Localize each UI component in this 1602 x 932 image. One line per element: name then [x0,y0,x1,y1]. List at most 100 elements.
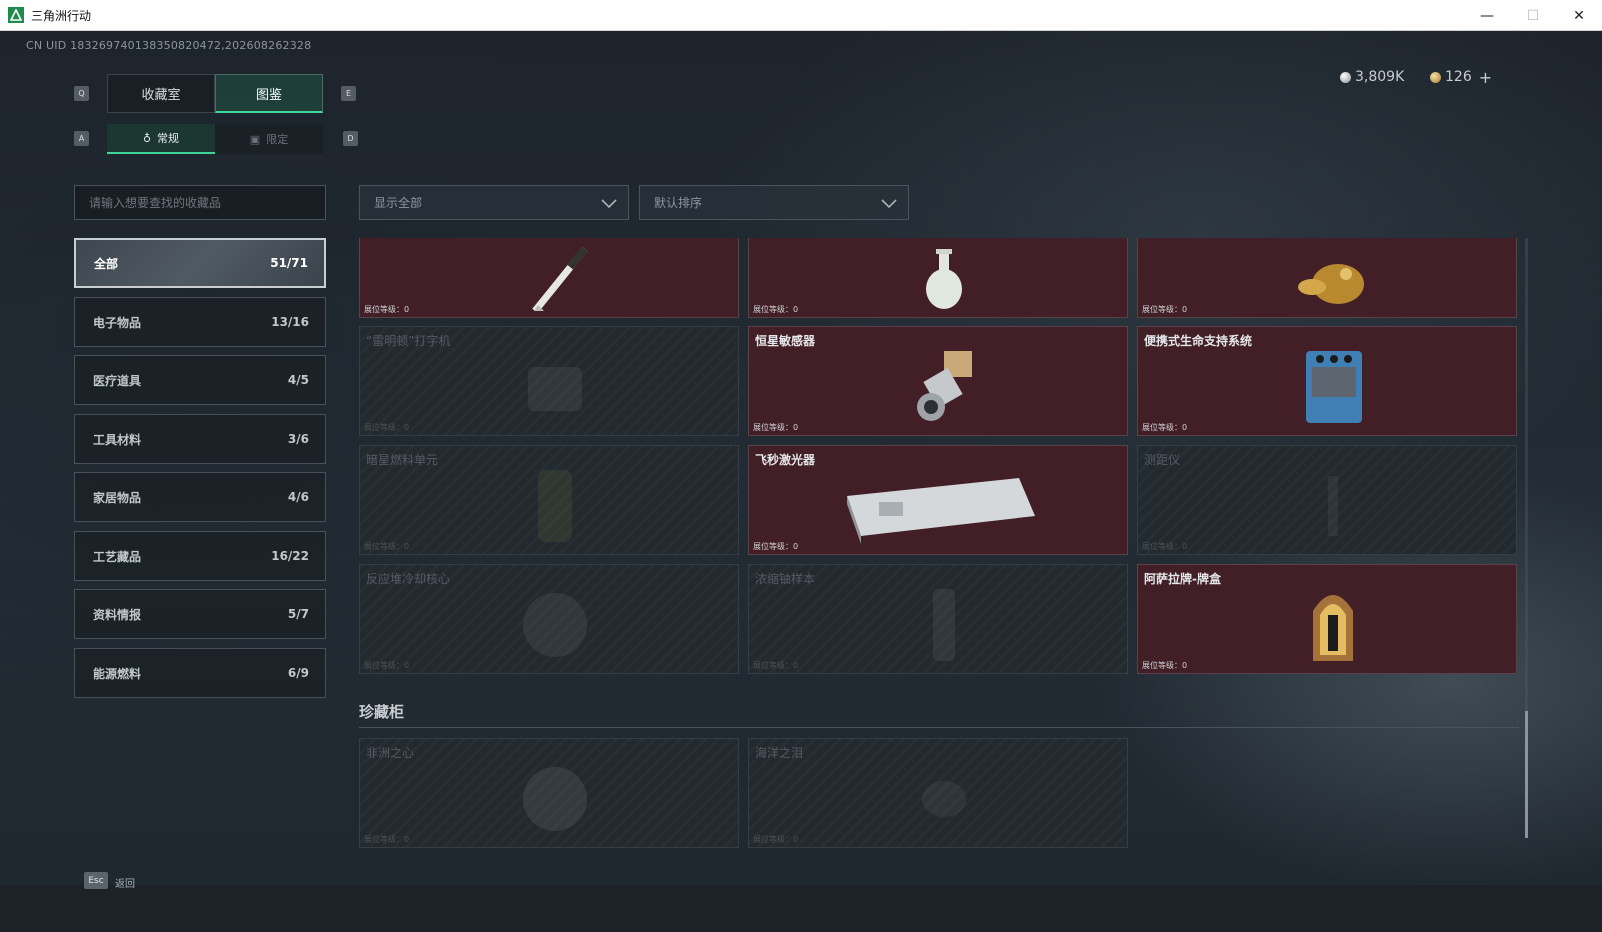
category-label: 资料情报 [93,607,142,622]
filter-label: 显示全部 [374,196,423,210]
item-level: 展位等级：0 [1142,661,1188,670]
bottom-bar [0,885,1602,932]
item-level: 展位等级：0 [364,542,410,551]
gold-amount: 126 [1445,69,1472,85]
category-intel[interactable]: 资料情报 5/7 [74,589,326,639]
item-card[interactable]: 飞秒激光器 展位等级：0 [748,445,1128,555]
item-name: 便携式生命支持系统 [1144,334,1253,348]
rangefinder-icon [1328,476,1338,536]
item-card[interactable]: 展位等级：0 [748,238,1128,318]
item-card[interactable]: 恒星敏感器 展位等级：0 [748,326,1128,436]
app-logo-icon [8,7,24,23]
esc-key-hint[interactable]: Esc [84,872,108,889]
key-e-hint: E [341,86,356,101]
category-label: 医疗道具 [93,373,142,388]
item-card[interactable]: 展位等级：0 [1137,238,1517,318]
window-title: 三角洲行动 [31,8,92,23]
item-card[interactable]: 阿萨拉牌-牌盒 展位等级：0 [1137,564,1517,674]
key-d-hint: D [343,131,358,146]
laser-device-icon [847,478,1035,544]
vase-icon [926,249,962,309]
card-box-icon [1313,595,1353,661]
close-button[interactable]: ✕ [1556,0,1602,31]
uid-text: CN UID 183269740138350820472,20260826232… [26,39,312,52]
category-medical[interactable]: 医疗道具 4/5 [74,355,326,405]
item-level: 展位等级：0 [753,305,799,314]
category-count: 5/7 [287,607,309,621]
item-name: 暗星燃料单元 [366,453,439,467]
item-level: 展位等级：0 [753,542,799,551]
subtab-regular-label: 常规 [157,132,180,145]
bottle-icon: ♁ [142,131,152,145]
sort-dropdown[interactable]: 默认排序 [639,185,909,220]
category-count: 51/71 [270,256,308,270]
back-button[interactable]: 返回 [115,875,135,890]
item-name: 海洋之泪 [755,746,804,760]
fuel-cell-icon [538,470,572,542]
maximize-button[interactable]: ☐ [1510,0,1556,31]
item-card[interactable]: “雷明顿”打字机 展位等级：0 [359,326,739,436]
item-card[interactable]: 反应堆冷却核心 展位等级：0 [359,564,739,674]
scrollbar-thumb[interactable] [1525,711,1528,838]
tab-catalog[interactable]: 图鉴 [215,74,323,113]
category-tools[interactable]: 工具材料 3/6 [74,414,326,464]
category-count: 16/22 [271,549,309,563]
item-name: 恒星敏感器 [755,334,816,348]
item-card[interactable]: 展位等级：0 [359,238,739,318]
item-name: 飞秒激光器 [755,453,816,467]
add-currency-button[interactable]: + [1479,68,1492,87]
category-label: 能源燃料 [93,666,142,681]
item-level: 展位等级：0 [364,835,410,844]
item-name: “雷明顿”打字机 [366,334,451,348]
subtab-regular[interactable]: ♁ 常规 [107,124,215,154]
silver-currency: 3,809K [1340,67,1404,87]
item-level: 展位等级：0 [1142,542,1188,551]
item-card[interactable]: 海洋之泪 展位等级：0 [748,738,1128,848]
item-name: 非洲之心 [366,746,415,760]
item-level: 展位等级：0 [753,835,799,844]
category-electronics[interactable]: 电子物品 13/16 [74,297,326,347]
item-level: 展位等级：0 [364,305,410,314]
game-screen: CN UID 183269740138350820472,20260826232… [0,31,1602,932]
item-card[interactable]: 浓缩铀样本 展位等级：0 [748,564,1128,674]
item-name: 阿萨拉牌-牌盒 [1144,572,1221,586]
sort-label: 默认排序 [654,196,703,210]
typewriter-icon [528,367,582,411]
chevron-down-icon [881,199,897,209]
item-level: 展位等级：0 [1142,305,1188,314]
item-level: 展位等级：0 [1142,423,1188,432]
item-card[interactable]: 暗星燃料单元 展位等级：0 [359,445,739,555]
category-household[interactable]: 家居物品 4/6 [74,472,326,522]
category-label: 工具材料 [93,432,142,447]
item-card[interactable]: 测距仪 展位等级：0 [1137,445,1517,555]
item-name: 反应堆冷却核心 [366,572,451,586]
search-input[interactable]: 请输入想要查找的收藏品 [74,185,326,220]
category-count: 3/6 [287,432,309,446]
filter-dropdown[interactable]: 显示全部 [359,185,629,220]
item-card[interactable]: 便携式生命支持系统 展位等级：0 [1137,326,1517,436]
item-name: 浓缩铀样本 [755,572,816,586]
item-level: 展位等级：0 [753,661,799,670]
item-level: 展位等级：0 [364,661,410,670]
image-icon: ▣ [249,132,261,146]
tab-collection-room[interactable]: 收藏室 [107,74,215,113]
subtab-limited[interactable]: ▣ 限定 [215,124,323,154]
item-level: 展位等级：0 [364,423,410,432]
item-card[interactable]: 非洲之心 展位等级：0 [359,738,739,848]
key-a-hint: A [74,131,89,146]
section-divider [359,727,1519,728]
category-energy[interactable]: 能源燃料 6/9 [74,648,326,698]
category-count: 6/9 [287,666,309,680]
category-label: 家居物品 [93,490,142,505]
silver-coin-icon [1340,71,1351,83]
minimize-button[interactable]: — [1464,0,1510,31]
category-crafts[interactable]: 工艺藏品 16/22 [74,531,326,581]
diamond-icon [523,767,587,831]
window-titlebar: 三角洲行动 — ☐ ✕ [0,0,1602,31]
category-all[interactable]: 全部 51/71 [74,238,326,288]
golden-beast-icon [1298,264,1364,304]
reactor-core-icon [523,593,587,657]
uranium-sample-icon [933,589,955,661]
category-count: 4/6 [287,490,309,504]
category-label: 电子物品 [93,315,142,330]
